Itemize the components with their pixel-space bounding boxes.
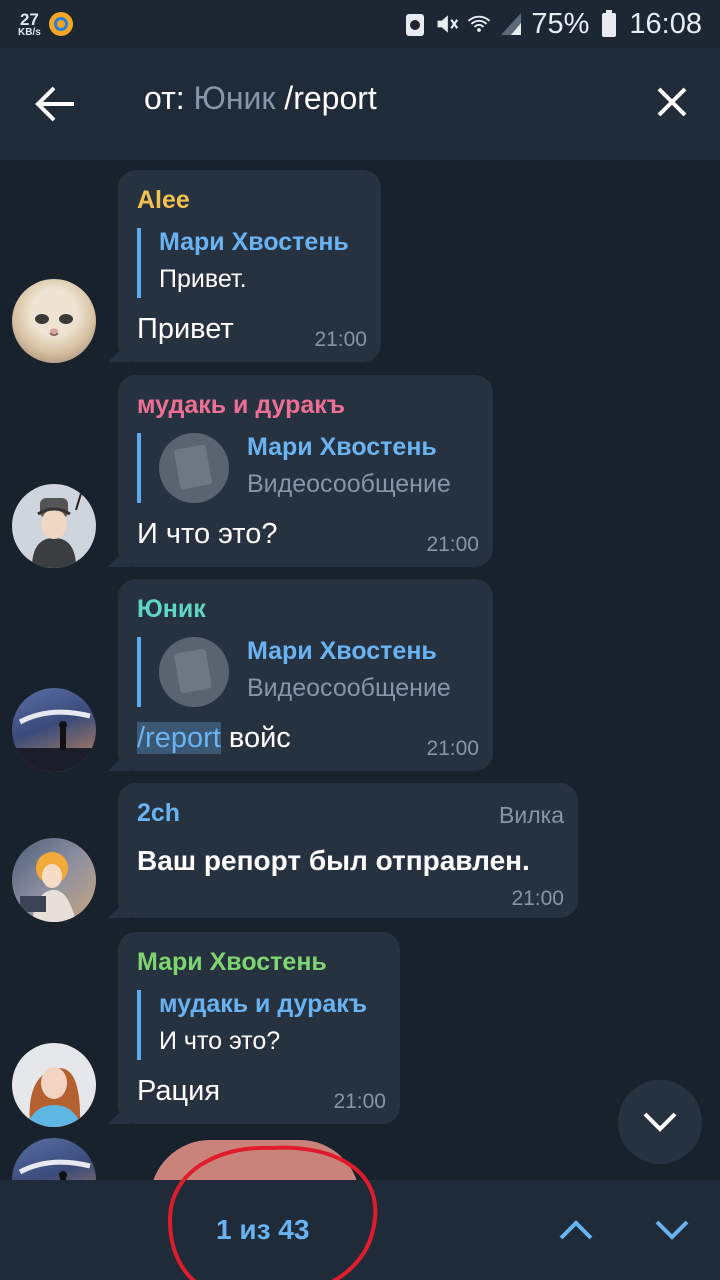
search-header: от: Юник /report [0,48,720,160]
reply-type: Видеосообщение [247,470,451,498]
next-result-button[interactable] [652,1210,692,1250]
back-button[interactable] [34,84,78,124]
chevron-up-icon [559,1220,593,1240]
message-list[interactable]: Alee Мари Хвостень Привет. Привет 21:00 … [0,160,720,1180]
net-speed: 27 KB/s [18,11,41,38]
search-query-field[interactable]: от: Юник /report [144,80,377,117]
sticker-preview[interactable] [150,1140,360,1180]
message-sender: 2ch [137,799,181,827]
message-time: 21:00 [426,533,479,556]
video-thumbnail [159,433,229,503]
signal-icon [499,11,523,37]
net-speed-unit: KB/s [18,26,41,38]
message-sender: мудакь и дуракъ [137,391,346,419]
avatar[interactable] [12,484,96,568]
status-bar: 27 KB/s 75% 16:08 [0,0,720,48]
sender-badge: Вилка [499,802,564,828]
avatar[interactable] [12,688,96,772]
battery-percent: 75% [531,7,590,40]
arrow-left-icon [35,86,74,122]
message-sender: Alee [137,186,190,214]
message-text: И что это? [137,518,278,550]
previous-result-button[interactable] [556,1210,596,1250]
close-icon [657,87,687,117]
reply-quote[interactable]: мудакь и дуракъ И что это? [137,990,367,1060]
search-results-bar: 1 из 43 [0,1180,720,1280]
reply-author: Мари Хвостень [159,228,349,256]
wifi-icon [467,11,491,37]
message-text-rest: войс [220,722,291,754]
message-text: /report войс [137,722,291,755]
reply-quote[interactable]: Мари Хвостень Видеосообщение [137,433,467,503]
search-prefix: от: [144,80,194,116]
message-time: 21:00 [426,737,479,760]
reply-author: Мари Хвостень [247,433,437,461]
recycle-icon [403,11,427,37]
message-text: Привет [137,313,234,345]
message-sender: Юник [137,595,206,623]
message-sender: Мари Хвостень [137,948,327,976]
search-query: /report [275,80,377,116]
message-time: 21:00 [333,1090,386,1113]
search-user-filter: Юник [193,80,276,116]
net-speed-value: 27 [19,9,39,29]
avatar[interactable] [12,838,96,922]
reply-text: И что это? [159,1027,281,1055]
reply-type: Видеосообщение [247,674,451,702]
close-button[interactable] [652,80,692,124]
avatar[interactable] [12,1043,96,1127]
reply-quote[interactable]: Мари Хвостень Привет. [137,228,349,298]
reply-text: Привет. [159,265,247,293]
message-time: 21:00 [314,328,367,351]
mute-icon [435,11,459,37]
search-highlight: /report [137,722,221,754]
clock: 16:08 [629,7,702,40]
video-thumbnail [159,637,229,707]
message-text: Рация [137,1075,221,1107]
chevron-down-icon [643,1112,677,1132]
reply-author: Мари Хвостень [247,637,437,665]
message-text: Ваш репорт был отправлен. [137,845,530,876]
reply-author: мудакь и дуракъ [159,990,368,1018]
app-icon [48,12,73,36]
battery-icon [597,10,621,37]
reply-quote[interactable]: Мари Хвостень Видеосообщение [137,637,467,707]
chevron-down-icon [655,1220,689,1240]
message-time: 21:00 [511,887,564,910]
avatar[interactable] [12,279,96,363]
avatar[interactable] [12,1138,96,1180]
scroll-to-bottom-button[interactable] [618,1080,702,1164]
result-counter[interactable]: 1 из 43 [216,1214,309,1246]
